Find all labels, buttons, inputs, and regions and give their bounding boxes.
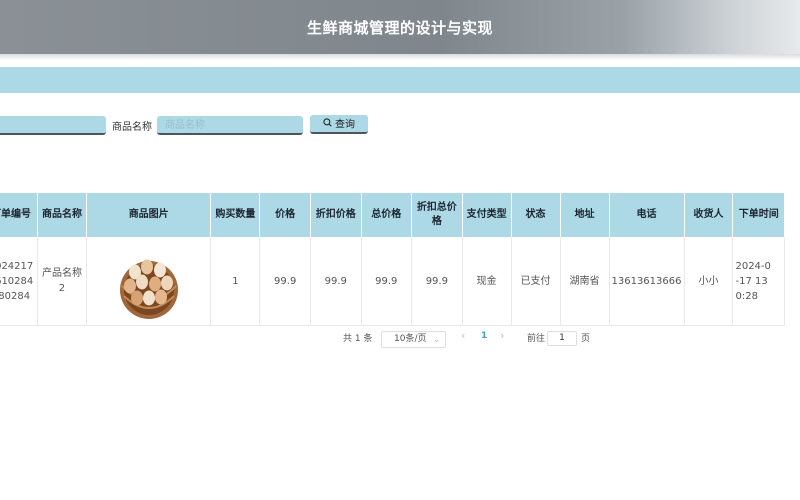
header-shadow — [0, 54, 800, 60]
column-header-discount-total-price[interactable]: 折扣总价格 — [411, 193, 463, 237]
column-header-total-price[interactable]: 总价格 — [361, 193, 413, 237]
column-header-discount-price[interactable]: 折扣价格 — [310, 193, 362, 237]
product-name-label: 商品名称 — [112, 122, 152, 133]
query-button-label: 查询 — [335, 119, 355, 131]
cell-status: 已支付 — [511, 237, 561, 326]
next-page-icon[interactable]: › — [500, 329, 504, 342]
column-header-receiver[interactable]: 收货人 — [684, 193, 734, 237]
column-header-product-name[interactable]: 商品名称 — [37, 193, 87, 237]
product-name-placeholder: 商品名称 — [165, 120, 205, 131]
table-row[interactable]: 2024217 1610284 180284 产品名称2 — [0, 237, 785, 326]
query-button[interactable]: 查询 — [310, 115, 368, 134]
cell-phone: 13613613666 — [609, 237, 685, 326]
column-header-payment-type[interactable]: 支付类型 — [462, 193, 512, 237]
search-icon — [323, 115, 332, 134]
cell-address: 湖南省 — [560, 237, 610, 326]
orders-table: 订单编号 商品名称 商品图片 购买数量 价格 折扣价格 总价格 折扣总价格 支付… — [0, 193, 785, 326]
column-header-product-image[interactable]: 商品图片 — [86, 193, 212, 237]
column-header-order-number[interactable]: 订单编号 — [0, 193, 38, 237]
column-header-order-time[interactable]: 下单时间 — [732, 193, 785, 237]
cell-product-image — [86, 237, 212, 326]
column-header-price[interactable]: 价格 — [259, 193, 311, 237]
table-header-row: 订单编号 商品名称 商品图片 购买数量 价格 折扣价格 总价格 折扣总价格 支付… — [0, 193, 785, 237]
cell-order-time: 2024-0 -17 13 0:28 — [732, 237, 785, 326]
column-header-quantity[interactable]: 购买数量 — [210, 193, 261, 237]
cell-price: 99.9 — [259, 237, 311, 326]
chevron-down-icon: ⌄ — [433, 335, 440, 344]
goto-label: 前往 — [527, 334, 546, 344]
page-size-select[interactable]: 10条/页 ⌄ — [381, 331, 446, 348]
product-name-input[interactable]: 商品名称 — [157, 116, 303, 135]
app-header: 生鲜商城管理的设计与实现 — [0, 0, 800, 54]
cell-receiver: 小小 — [684, 237, 734, 326]
order-number-input[interactable] — [0, 116, 106, 135]
breadcrumb-bar — [0, 67, 800, 93]
product-image[interactable] — [118, 252, 180, 320]
cell-payment-type: 现金 — [462, 237, 512, 326]
page-size-value: 10条/页 — [394, 334, 427, 344]
column-header-phone[interactable]: 电话 — [609, 193, 685, 237]
prev-page-icon[interactable]: ‹ — [461, 329, 465, 342]
cell-discount-total-price: 99.9 — [411, 237, 463, 326]
page-number-current[interactable]: 1 — [481, 331, 487, 341]
cell-discount-price: 99.9 — [310, 237, 362, 326]
goto-page-input[interactable]: 1 — [547, 331, 577, 346]
column-header-status[interactable]: 状态 — [511, 193, 561, 237]
page-title: 生鲜商城管理的设计与实现 — [306, 19, 493, 37]
cell-product-name: 产品名称2 — [37, 237, 87, 326]
column-header-address[interactable]: 地址 — [560, 193, 610, 237]
cell-quantity: 1 — [210, 237, 261, 326]
pagination-total: 共 1 条 — [343, 334, 373, 344]
cell-order-number: 2024217 1610284 180284 — [0, 237, 38, 326]
page-suffix-label: 页 — [581, 334, 591, 344]
cell-total-price: 99.9 — [361, 237, 413, 326]
